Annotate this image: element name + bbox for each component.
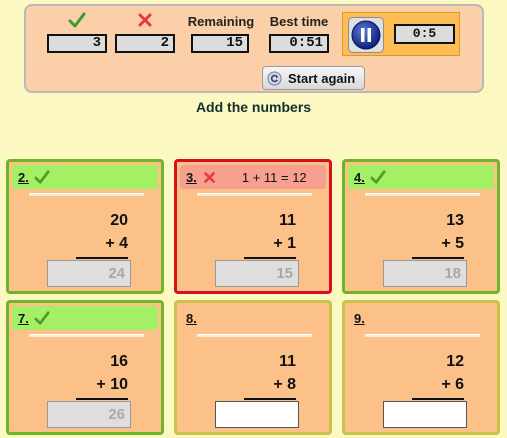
remaining-stat: Remaining 15 [184, 11, 258, 53]
problem-number[interactable]: 2. [18, 170, 29, 185]
problem-card: 3. 1 + 11 = 12 11 + 1 15 [174, 159, 332, 294]
problem-number[interactable]: 8. [186, 311, 197, 326]
divider [29, 334, 144, 337]
problem-number[interactable]: 3. [186, 170, 197, 185]
best-time-label: Best time [269, 14, 329, 29]
check-icon [370, 170, 386, 184]
operand-b: + 8 [273, 376, 296, 393]
operand-a: 13 [446, 212, 464, 229]
check-icon [34, 311, 50, 325]
operand-b: + 5 [441, 235, 464, 252]
problem-number[interactable]: 4. [354, 170, 365, 185]
timer-display: 0:5 [394, 24, 455, 44]
operand-a: 20 [110, 212, 128, 229]
operand-b: + 10 [96, 376, 128, 393]
answer-input[interactable] [215, 401, 299, 428]
operand-a: 11 [279, 353, 296, 370]
best-time-stat: Best time 0:51 [266, 11, 332, 53]
divider [197, 193, 312, 196]
operand-a: 16 [110, 353, 128, 370]
operand-a: 11 [279, 212, 296, 229]
card-header: 8. [180, 306, 326, 330]
problem-number[interactable]: 9. [354, 311, 365, 326]
operand-b: + 4 [105, 235, 128, 252]
remaining-count: 15 [191, 34, 249, 53]
sum-line [412, 257, 464, 259]
card-header: 4. [348, 165, 494, 189]
restart-icon [267, 70, 282, 86]
start-again-label: Start again [288, 70, 356, 86]
answer-value: 15 [215, 260, 299, 287]
card-header: 7. [12, 306, 158, 330]
answer-value: 26 [47, 401, 131, 428]
sum-line [76, 257, 128, 259]
problem-card: 9. 12 + 6 [342, 300, 500, 435]
cross-icon [138, 13, 152, 27]
answer-value: 24 [47, 260, 131, 287]
answer-value: 18 [383, 260, 467, 287]
sum-line [244, 398, 296, 400]
card-header: 9. [348, 306, 494, 330]
problem-card: 7. 16 + 10 26 [6, 300, 164, 435]
problem-card: 2. 20 + 4 24 [6, 159, 164, 294]
wrong-stat: 2 [115, 11, 175, 53]
sum-line [244, 257, 296, 259]
correct-count: 3 [47, 34, 107, 53]
sum-line [412, 398, 464, 400]
sum-line [76, 398, 128, 400]
remaining-label: Remaining [187, 14, 255, 29]
card-header: 2. [12, 165, 158, 189]
cross-icon [203, 171, 215, 183]
divider [365, 193, 480, 196]
divider [29, 193, 144, 196]
start-again-button[interactable]: Start again [262, 66, 365, 90]
scoreboard-panel: 3 2 Remaining 15 Best time 0:51 0:5 Star… [24, 4, 484, 93]
operand-b: + 1 [273, 235, 296, 252]
operand-a: 12 [446, 353, 464, 370]
pause-icon [351, 20, 381, 50]
feedback-text: 1 + 11 = 12 [241, 169, 307, 185]
check-icon [34, 170, 50, 184]
operand-b: + 6 [441, 376, 464, 393]
wrong-count: 2 [115, 34, 175, 53]
divider [365, 334, 480, 337]
problem-number[interactable]: 7. [18, 311, 29, 326]
pause-button[interactable] [348, 17, 384, 53]
instruction-text: Add the numbers [195, 99, 312, 115]
answer-input[interactable] [383, 401, 467, 428]
problem-card: 4. 13 + 5 18 [342, 159, 500, 294]
best-time-value: 0:51 [269, 34, 329, 53]
timer-box: 0:5 [342, 12, 460, 56]
card-header: 3. 1 + 11 = 12 [180, 165, 326, 189]
check-icon [68, 12, 86, 28]
correct-stat: 3 [47, 11, 107, 53]
divider [197, 334, 312, 337]
problem-card: 8. 11 + 8 [174, 300, 332, 435]
